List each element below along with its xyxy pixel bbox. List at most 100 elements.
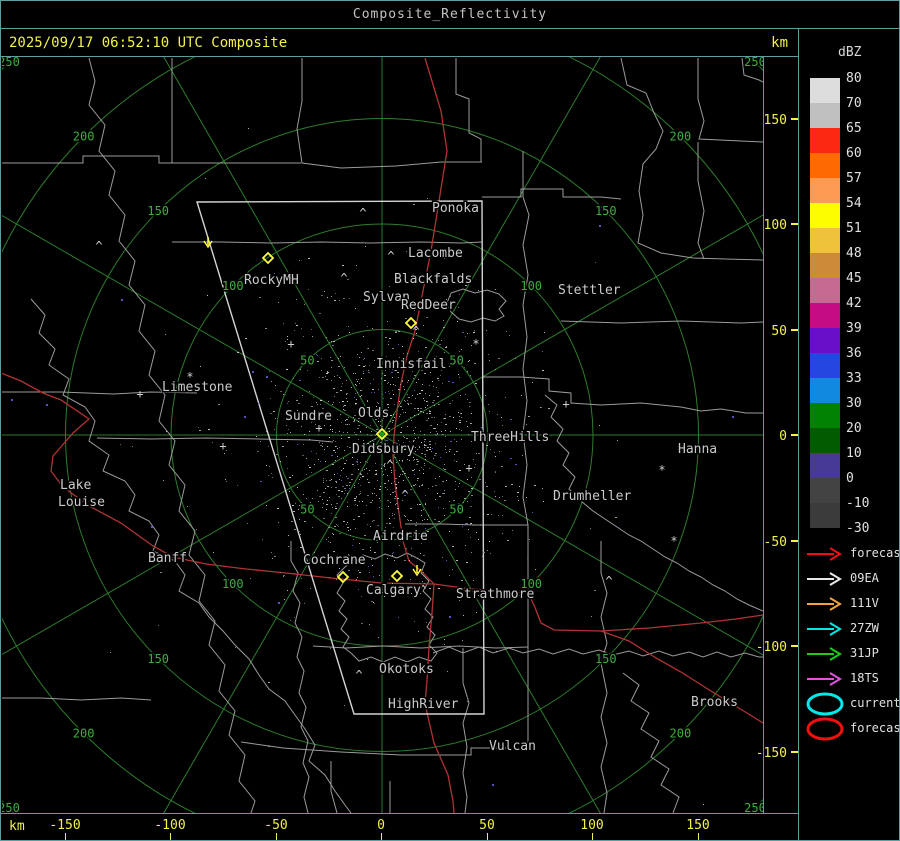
clutter-dot xyxy=(408,477,409,478)
clutter-dot xyxy=(375,474,377,475)
clutter-dot xyxy=(316,453,317,454)
clutter-dot xyxy=(395,470,396,471)
clutter-dot xyxy=(356,385,357,386)
colorbar-swatch xyxy=(810,103,840,128)
clutter-dot xyxy=(363,336,364,337)
clutter-dot xyxy=(423,473,424,474)
clutter-dot xyxy=(394,518,395,519)
clutter-dot xyxy=(335,441,336,442)
clutter-dot xyxy=(417,408,418,409)
county-boundary xyxy=(482,188,622,200)
clutter-dot xyxy=(473,580,474,581)
clutter-dot xyxy=(442,434,444,435)
clutter-dot xyxy=(356,379,357,380)
clutter-dot xyxy=(275,385,276,386)
clutter-dot xyxy=(408,520,409,521)
clutter-dot xyxy=(334,526,336,527)
clutter-dot xyxy=(245,338,247,339)
clutter-dot xyxy=(419,470,420,471)
clutter-dot xyxy=(292,505,294,506)
clutter-dot xyxy=(354,498,356,499)
clutter-dot xyxy=(402,380,403,381)
clutter-dot xyxy=(384,464,385,465)
clutter-dot xyxy=(434,428,435,429)
clutter-dot xyxy=(395,332,397,333)
clutter-dot xyxy=(286,456,287,457)
clutter-dot xyxy=(471,495,473,496)
clutter-dot xyxy=(499,451,500,452)
clutter-dot xyxy=(415,438,416,439)
clutter-dot xyxy=(512,530,513,531)
clutter-dot xyxy=(311,451,312,452)
clutter-dot xyxy=(414,408,416,409)
clutter-dot xyxy=(438,521,440,522)
clutter-dot xyxy=(367,326,368,327)
clutter-dot xyxy=(433,458,434,459)
clutter-dot xyxy=(548,408,550,409)
clutter-dot xyxy=(291,521,293,522)
clutter-dot xyxy=(382,471,383,472)
clutter-dot xyxy=(411,556,412,557)
clutter-dot xyxy=(347,432,348,433)
clutter-dot xyxy=(360,390,362,391)
clutter-dot xyxy=(392,492,394,493)
clutter-dot xyxy=(300,547,302,548)
colorbar-value-label: 42 xyxy=(846,296,862,311)
clutter-dot xyxy=(403,386,404,387)
clutter-dot xyxy=(392,555,393,556)
clutter-dot xyxy=(343,432,344,433)
clutter-dot xyxy=(397,372,399,373)
clutter-dot xyxy=(379,507,380,508)
ring-distance-label: 50 xyxy=(449,353,463,367)
clutter-dot xyxy=(459,351,460,352)
county-boundary xyxy=(455,58,482,162)
clutter-dot xyxy=(434,405,435,406)
clutter-dot xyxy=(449,451,450,452)
clutter-dot xyxy=(298,509,299,510)
clutter-dot xyxy=(341,470,342,471)
clutter-dot xyxy=(517,496,518,497)
clutter-dot xyxy=(361,352,362,353)
clutter-dot xyxy=(481,427,482,428)
clutter-dot xyxy=(422,520,423,521)
clutter-dot xyxy=(213,552,214,553)
radar-map[interactable]: 50 50 50 50 100 100 100 100 150 150 150 150 200 200 20… xyxy=(1,57,798,813)
clutter-dot xyxy=(443,320,444,321)
clutter-dot xyxy=(404,515,405,516)
clutter-dot xyxy=(526,424,527,425)
clutter-dot xyxy=(337,473,338,474)
clutter-dot xyxy=(540,407,541,408)
clutter-dot xyxy=(501,466,503,467)
clutter-dot xyxy=(319,442,320,443)
clutter-dot xyxy=(370,425,371,426)
clutter-dot xyxy=(380,421,381,422)
radar-map-canvas[interactable]: 50 50 50 50 100 100 100 100 150 150 150 150 200 200 20… xyxy=(1,57,798,813)
clutter-dot xyxy=(379,498,380,499)
city-label: Louise xyxy=(58,495,105,510)
clutter-dot xyxy=(483,552,485,553)
clutter-dot xyxy=(427,405,428,406)
clutter-dot xyxy=(260,441,261,442)
clutter-dot xyxy=(363,359,364,360)
clutter-dot xyxy=(338,496,340,497)
clutter-dot xyxy=(470,506,472,507)
clutter-dot xyxy=(355,404,356,405)
clutter-dot xyxy=(272,558,273,559)
clutter-dot xyxy=(336,482,337,483)
county-boundary xyxy=(482,376,763,414)
clutter-dot xyxy=(288,429,289,430)
clutter-dot xyxy=(414,621,415,622)
clutter-dot xyxy=(330,648,331,649)
clutter-dot xyxy=(437,378,438,379)
clutter-dot xyxy=(419,504,421,505)
clutter-dot xyxy=(450,296,451,297)
clutter-dot xyxy=(284,599,285,600)
clutter-dot xyxy=(534,485,536,486)
clutter-dot xyxy=(392,348,394,349)
clutter-dot xyxy=(304,521,306,522)
clutter-dot xyxy=(323,482,324,483)
clutter-dot xyxy=(339,568,340,569)
clutter-dot xyxy=(455,481,456,482)
clutter-dot xyxy=(294,330,295,331)
clutter-dot xyxy=(380,500,381,501)
